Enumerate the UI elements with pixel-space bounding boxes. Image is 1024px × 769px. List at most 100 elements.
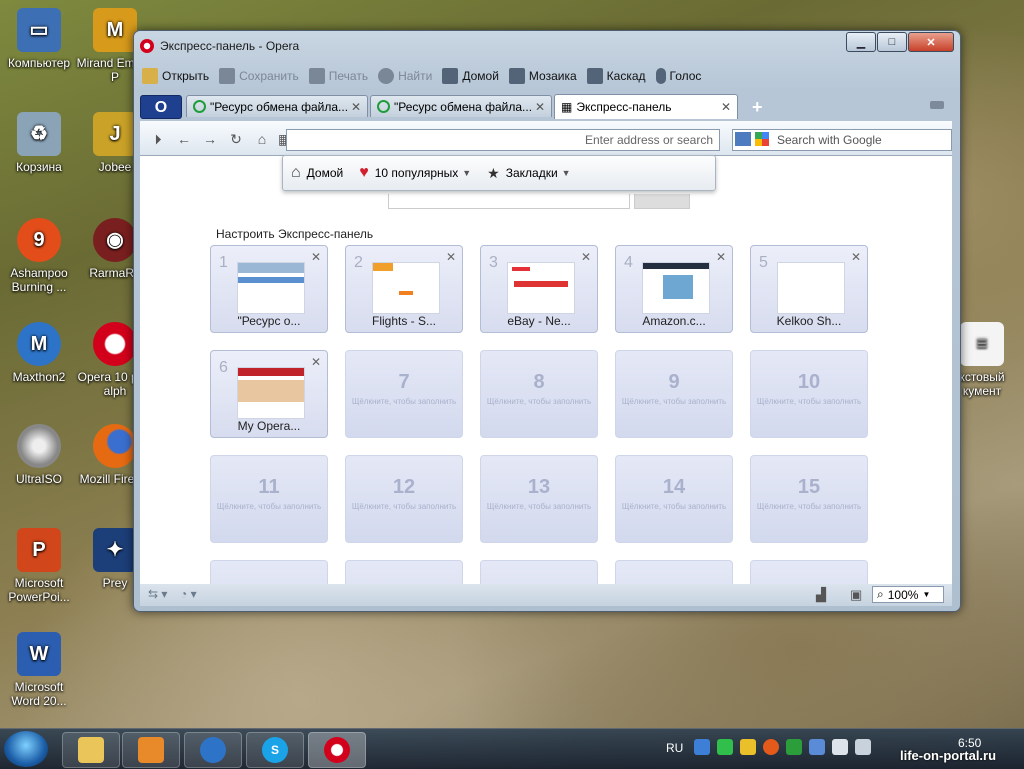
maximize-button[interactable]: □ (877, 32, 907, 52)
dropdown-home[interactable]: ⌂ Домой (291, 164, 343, 182)
toolbar: Открыть Сохранить Печать Найти Домой Моз… (142, 65, 711, 87)
opera-menu-button[interactable]: O (140, 95, 182, 119)
taskbar-explorer[interactable] (62, 732, 120, 768)
bookmark-star-icon: ★ (487, 164, 500, 181)
panel-toggle-icon[interactable]: ▟ (816, 587, 826, 603)
speed-dial-3[interactable]: 3 ✕ eBay - Ne... (480, 245, 598, 333)
speed-dial-8[interactable]: 8 Щёлкните, чтобы заполнить (480, 350, 598, 438)
address-input[interactable]: Enter address or search (286, 129, 720, 151)
folder-icon (142, 68, 158, 84)
speed-dial-5[interactable]: 5 ✕ Kelkoo Sh... (750, 245, 868, 333)
speed-dial-15[interactable]: 15 Щёлкните, чтобы заполнить (750, 455, 868, 543)
speed-dial-6[interactable]: 6 ✕ My Opera... (210, 350, 328, 438)
speed-icon[interactable]: ◔ ▾ (180, 587, 197, 601)
desktop-icon-word[interactable]: W Microsoft Word 20... (0, 632, 78, 708)
desktop-icon-ashampoo[interactable]: 9 Ashampoo Burning ... (0, 218, 78, 294)
dial-close-icon[interactable]: ✕ (446, 250, 456, 264)
desktop-icon-ultraiso[interactable]: UltraISO (0, 424, 78, 486)
start-button[interactable] (4, 731, 48, 767)
taskbar-opera[interactable] (308, 732, 366, 768)
power-icon[interactable] (809, 739, 825, 755)
new-tab-button[interactable]: + (752, 97, 763, 118)
back-button[interactable]: ← (174, 129, 194, 149)
volume-icon[interactable] (855, 739, 871, 755)
tab-resource-2[interactable]: "Ресурс обмена файла... ✕ (370, 95, 552, 117)
tab-resource-1[interactable]: "Ресурс обмена файла... ✕ (186, 95, 368, 117)
speed-dial-1[interactable]: 1 ✕ "Ресурс о... (210, 245, 328, 333)
dial-number: 11 (258, 476, 280, 498)
speed-dial-icon[interactable]: ▦ (278, 129, 291, 149)
window-titlebar[interactable]: Экспресс-панель - Opera (140, 35, 840, 57)
dial-close-icon[interactable]: ✕ (311, 355, 321, 369)
taskbar-skype[interactable]: S (246, 732, 304, 768)
toolbar-tile[interactable]: Мозаика (508, 68, 577, 84)
app-h-icon[interactable] (786, 739, 802, 755)
speed-dial-partial[interactable] (750, 560, 868, 584)
network-icon[interactable] (694, 739, 710, 755)
ultraiso-icon (17, 424, 61, 468)
dial-title: Amazon.c... (642, 314, 706, 328)
speed-dial-4[interactable]: 4 ✕ Amazon.c... (615, 245, 733, 333)
trash-icon[interactable] (930, 101, 944, 109)
toolbar-save[interactable]: Сохранить (219, 68, 299, 84)
dial-hint: Щёлкните, чтобы заполнить (486, 502, 592, 511)
ashampoo-tray-icon[interactable] (763, 739, 779, 755)
speed-dial-10[interactable]: 10 Щёлкните, чтобы заполнить (750, 350, 868, 438)
desktop-icon-recycle-bin[interactable]: ♻ Корзина (0, 112, 78, 174)
speed-dial-14[interactable]: 14 Щёлкните, чтобы заполнить (615, 455, 733, 543)
tab-close-icon[interactable]: ✕ (351, 100, 361, 114)
speed-dial-9[interactable]: 9 Щёлкните, чтобы заполнить (615, 350, 733, 438)
dropdown-bookmarks[interactable]: ★ Закладки ▼ (487, 165, 570, 182)
taskbar-media-player[interactable] (122, 732, 180, 768)
speed-dial-13[interactable]: 13 Щёлкните, чтобы заполнить (480, 455, 598, 543)
speed-dial-2[interactable]: 2 ✕ Flights - S... (345, 245, 463, 333)
speed-dial-partial[interactable] (480, 560, 598, 584)
sync-icon[interactable]: ⇆ ▾ (148, 587, 167, 601)
desktop-icon-maxthon[interactable]: M Maxthon2 (0, 322, 78, 384)
speed-dial-7[interactable]: 7 Щёлкните, чтобы заполнить (345, 350, 463, 438)
toolbar-cascade[interactable]: Каскад (586, 68, 646, 84)
icq-icon[interactable] (717, 739, 733, 755)
tab-speed-dial[interactable]: ▦ Экспресс-панель ✕ (554, 94, 738, 119)
zoom-control[interactable]: ⌕ 100% ▼ (872, 586, 944, 603)
toolbar-find[interactable]: Найти (378, 68, 432, 84)
dial-number: 7 (398, 371, 410, 393)
close-button[interactable]: ✕ (908, 32, 954, 52)
dial-close-icon[interactable]: ✕ (716, 250, 726, 264)
image-toggle-icon[interactable]: ▣ (850, 587, 862, 603)
desktop-icon-powerpoint[interactable]: P Microsoft PowerPoi... (0, 528, 78, 604)
dial-close-icon[interactable]: ✕ (851, 250, 861, 264)
toolbar-home[interactable]: Домой (442, 68, 499, 84)
speed-dial-partial[interactable] (210, 560, 328, 584)
tab-close-icon[interactable]: ✕ (721, 100, 731, 114)
language-indicator[interactable]: RU (666, 741, 683, 755)
dial-close-icon[interactable]: ✕ (581, 250, 591, 264)
dial-number: 1 (219, 254, 228, 271)
search-input[interactable]: Search with Google (732, 129, 952, 151)
miranda-icon: M (93, 8, 137, 52)
configure-speed-dial-link[interactable]: Настроить Экспресс-панель (216, 227, 373, 241)
speed-dial-12[interactable]: 12 Щёлкните, чтобы заполнить (345, 455, 463, 543)
page-search-button[interactable] (634, 194, 690, 209)
toolbar-open[interactable]: Открыть (142, 68, 209, 84)
tab-close-icon[interactable]: ✕ (535, 100, 545, 114)
speed-dial-partial[interactable] (615, 560, 733, 584)
dropdown-popular[interactable]: ♥ 10 популярных ▼ (359, 164, 471, 182)
home-button[interactable]: ⌂ (252, 129, 272, 149)
dial-close-icon[interactable]: ✕ (311, 250, 321, 264)
toolbar-print[interactable]: Печать (308, 68, 368, 84)
fast-forward-icon[interactable]: ⏵ (148, 129, 168, 149)
desktop-icon-computer[interactable]: ▭ Компьютер (0, 8, 78, 70)
speed-dial-11[interactable]: 11 Щёлкните, чтобы заполнить (210, 455, 328, 543)
reload-button[interactable]: ↻ (226, 129, 246, 149)
forward-button[interactable]: → (200, 129, 220, 149)
minimize-button[interactable]: ▁ (846, 32, 876, 52)
action-center-flag-icon[interactable] (832, 739, 848, 755)
users-icon[interactable] (740, 739, 756, 755)
toolbar-voice[interactable]: Голос (655, 68, 701, 84)
ashampoo-icon: 9 (17, 218, 61, 262)
dial-number: 9 (668, 371, 680, 393)
page-search-field[interactable] (388, 194, 630, 209)
taskbar-maxthon[interactable] (184, 732, 242, 768)
speed-dial-partial[interactable] (345, 560, 463, 584)
